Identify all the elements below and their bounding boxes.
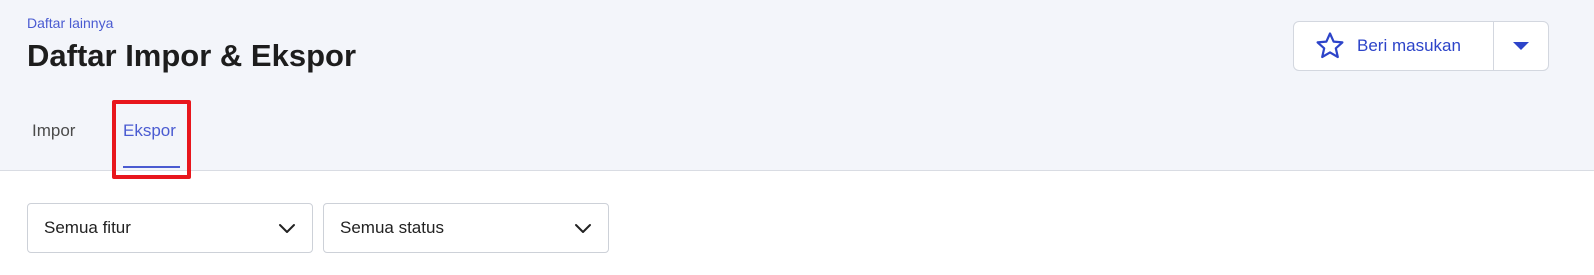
- feature-filter-select[interactable]: Semua fitur: [27, 203, 313, 253]
- status-filter-value: Semua status: [340, 218, 444, 237]
- highlight-box: [112, 100, 191, 179]
- feedback-button[interactable]: Beri masukan: [1294, 22, 1494, 70]
- chevron-down-icon: [575, 223, 591, 233]
- feedback-dropdown-button[interactable]: [1494, 22, 1548, 70]
- feedback-button-group: Beri masukan: [1293, 21, 1549, 71]
- caret-down-icon: [1513, 42, 1529, 50]
- page-title: Daftar Impor & Ekspor: [27, 38, 357, 73]
- feedback-label: Beri masukan: [1357, 36, 1461, 55]
- feature-filter-value: Semua fitur: [44, 218, 131, 237]
- breadcrumb-link[interactable]: Daftar lainnya: [27, 15, 113, 31]
- status-filter-select[interactable]: Semua status: [323, 203, 609, 253]
- chevron-down-icon: [279, 223, 295, 233]
- page-header: Daftar lainnya Daftar Impor & Ekspor Ber…: [0, 0, 1594, 179]
- tab-impor[interactable]: Impor: [32, 121, 75, 141]
- star-icon: [1316, 32, 1344, 59]
